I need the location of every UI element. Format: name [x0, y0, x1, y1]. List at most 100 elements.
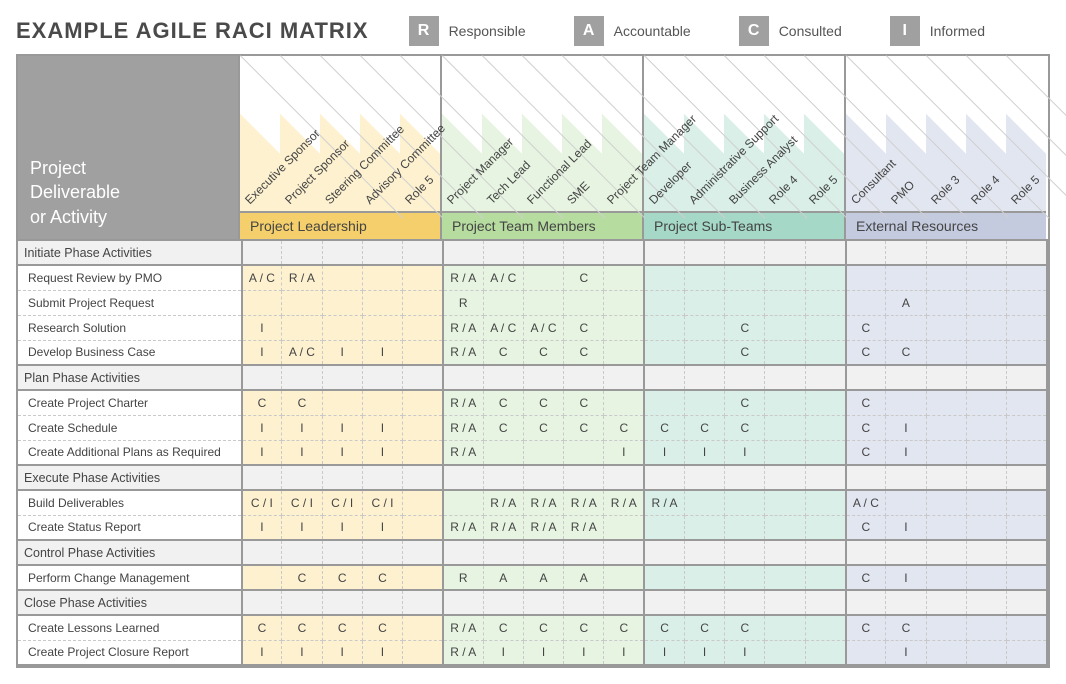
raci-cell: I	[886, 415, 926, 440]
raci-cell	[684, 365, 724, 390]
raci-cell	[403, 240, 443, 265]
raci-cell	[362, 265, 402, 290]
raci-cell	[846, 290, 886, 315]
raci-cell	[322, 290, 362, 315]
raci-cell	[403, 390, 443, 415]
raci-cell	[886, 240, 926, 265]
raci-cell: R / A	[443, 515, 483, 540]
activity-label: Create Schedule	[18, 415, 242, 440]
raci-cell	[1007, 590, 1047, 615]
activity-row: Create Additional Plans as RequiredIIIIR…	[18, 440, 1047, 465]
raci-cell	[886, 390, 926, 415]
raci-matrix: ProjectDeliverableor Activity Executive …	[16, 54, 1050, 668]
raci-cell	[523, 465, 563, 490]
raci-cell	[564, 240, 604, 265]
column-group: DeveloperAdministrative SupportBusiness …	[644, 56, 846, 239]
raci-cell: I	[604, 640, 644, 665]
activity-row: Build DeliverablesC / IC / IC / IC / IR …	[18, 490, 1047, 515]
raci-cell	[684, 390, 724, 415]
raci-cell	[765, 340, 805, 365]
column-header: Project Team Manager	[602, 56, 642, 211]
activity-label: Request Review by PMO	[18, 265, 242, 290]
raci-cell: C	[725, 390, 765, 415]
raci-cell: I	[483, 640, 523, 665]
raci-cell	[805, 290, 845, 315]
raci-cell: I	[362, 415, 402, 440]
raci-cell	[966, 340, 1006, 365]
raci-cell	[846, 540, 886, 565]
raci-cell	[725, 240, 765, 265]
activity-row: Request Review by PMOA / CR / AR / AA / …	[18, 265, 1047, 290]
column-group: Executive SponsorProject SponsorSteering…	[240, 56, 442, 239]
raci-cell	[886, 490, 926, 515]
raci-cell	[886, 465, 926, 490]
raci-cell	[725, 265, 765, 290]
raci-cell: I	[886, 440, 926, 465]
raci-cell	[403, 540, 443, 565]
raci-cell	[644, 590, 684, 615]
phase-row: Close Phase Activities	[18, 590, 1047, 615]
raci-cell	[1007, 565, 1047, 590]
raci-cell: I	[322, 640, 362, 665]
raci-cell	[443, 365, 483, 390]
raci-cell: A	[483, 565, 523, 590]
raci-cell	[483, 290, 523, 315]
raci-cell	[523, 365, 563, 390]
raci-cell	[805, 540, 845, 565]
raci-cell: C	[846, 415, 886, 440]
raci-cell	[322, 540, 362, 565]
matrix-body: Initiate Phase ActivitiesRequest Review …	[18, 239, 1048, 666]
activity-row: Research SolutionIR / AA / CA / CCCC	[18, 315, 1047, 340]
column-header: Role 5	[1006, 56, 1046, 211]
raci-cell: C	[242, 390, 282, 415]
activity-row: Create ScheduleIIIIR / ACCCCCCCCI	[18, 415, 1047, 440]
raci-cell: I	[523, 640, 563, 665]
raci-cell	[403, 415, 443, 440]
raci-cell: C	[684, 415, 724, 440]
raci-cell	[644, 540, 684, 565]
raci-cell	[725, 290, 765, 315]
raci-cell	[443, 590, 483, 615]
raci-cell: R / A	[443, 615, 483, 640]
raci-cell	[362, 315, 402, 340]
raci-cell	[966, 565, 1006, 590]
raci-cell: C	[846, 565, 886, 590]
legend-label: Responsible	[449, 23, 526, 39]
raci-cell: C / I	[362, 490, 402, 515]
raci-cell	[966, 540, 1006, 565]
raci-cell	[805, 440, 845, 465]
raci-cell	[644, 315, 684, 340]
raci-cell	[322, 390, 362, 415]
raci-cell	[805, 340, 845, 365]
raci-cell	[403, 515, 443, 540]
raci-cell	[1007, 315, 1047, 340]
raci-cell: C	[523, 390, 563, 415]
raci-cell: R / A	[604, 490, 644, 515]
raci-cell	[403, 490, 443, 515]
raci-cell	[805, 590, 845, 615]
raci-cell: R / A	[483, 515, 523, 540]
activity-row: Create Lessons LearnedCCCCR / ACCCCCCCCC	[18, 615, 1047, 640]
raci-cell	[564, 365, 604, 390]
raci-cell	[886, 265, 926, 290]
activity-row: Perform Change ManagementCCCRAAACI	[18, 565, 1047, 590]
raci-cell	[886, 365, 926, 390]
raci-cell	[362, 365, 402, 390]
raci-cell: C	[725, 340, 765, 365]
raci-cell: R / A	[443, 265, 483, 290]
raci-cell	[765, 490, 805, 515]
raci-cell: I	[644, 640, 684, 665]
raci-cell: C	[483, 340, 523, 365]
raci-cell	[805, 515, 845, 540]
raci-cell: I	[684, 440, 724, 465]
raci-cell	[483, 465, 523, 490]
column-group: Project ManagerTech LeadFunctional LeadS…	[442, 56, 644, 239]
raci-cell	[644, 515, 684, 540]
activity-label: Create Additional Plans as Required	[18, 440, 242, 465]
phase-label: Execute Phase Activities	[18, 465, 242, 490]
raci-cell	[1007, 265, 1047, 290]
raci-cell	[282, 465, 322, 490]
raci-cell	[1007, 240, 1047, 265]
raci-cell	[604, 365, 644, 390]
raci-cell: C	[644, 615, 684, 640]
